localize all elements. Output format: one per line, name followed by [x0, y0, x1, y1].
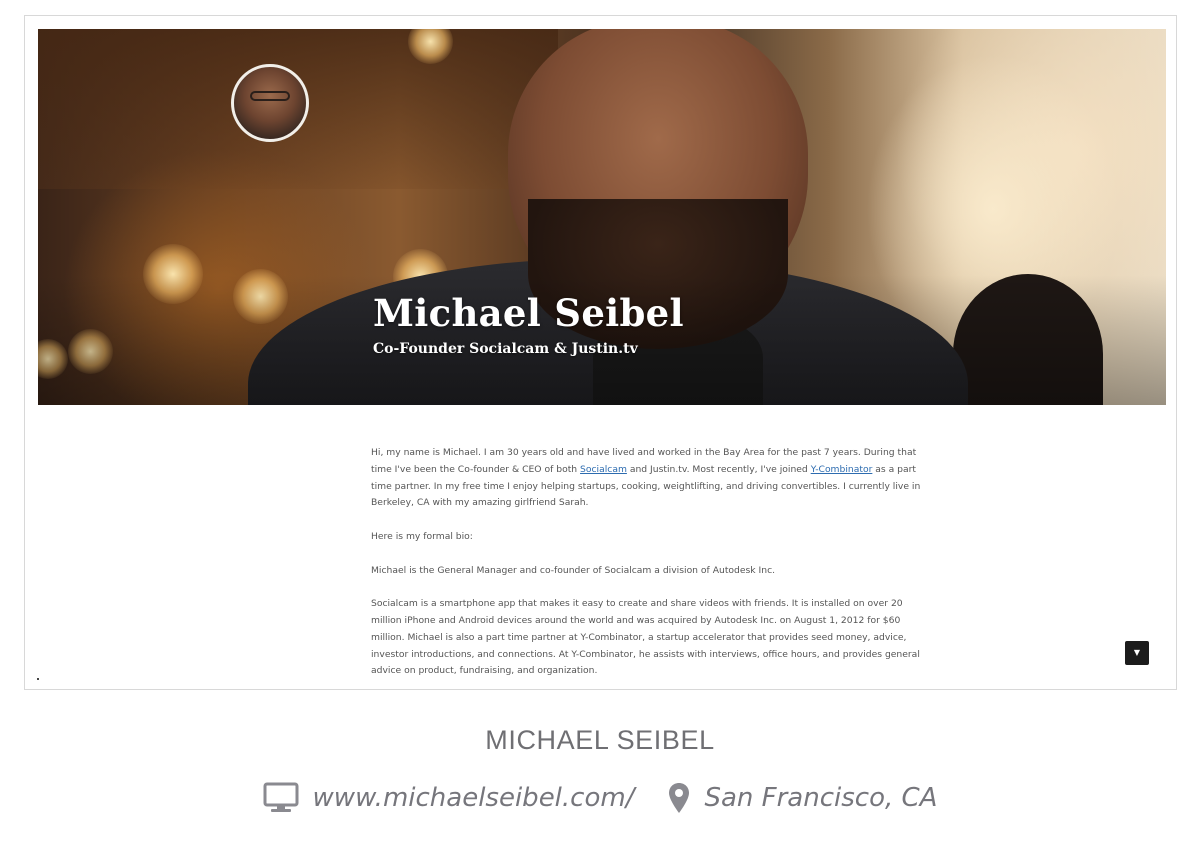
monitor-icon [263, 782, 299, 812]
bio-text: Hi, my name is Michael. I am 30 years ol… [371, 445, 931, 689]
bio-text-segment: and Justin.tv. Most recently, I've joine… [626, 463, 811, 475]
y-combinator-link[interactable]: Y-Combinator [811, 464, 873, 475]
hero-name: Michael Seibel [373, 291, 684, 335]
bio-paragraph: Michael is the General Manager and co-fo… [371, 564, 776, 576]
caret-down-icon: ▼ [1133, 648, 1141, 657]
hero-subtitle: Co-Founder Socialcam & Justin.tv [373, 341, 638, 357]
location-text: San Francisco, CA [704, 783, 938, 813]
bio-paragraph: Here is my formal bio: [371, 530, 473, 542]
location-item: San Francisco, CA [668, 782, 937, 814]
scroll-down-button[interactable]: ▼ [1125, 641, 1149, 665]
site-owner-name[interactable]: MICHAEL SEIBEL [0, 725, 1200, 756]
map-pin-icon [669, 783, 690, 813]
avatar-glasses [250, 91, 290, 101]
site-preview-frame[interactable]: Michael Seibel Co-Founder Socialcam & Ju… [24, 15, 1177, 690]
website-item[interactable]: www.michaelseibel.com/ [263, 782, 635, 814]
cursor-dot [37, 678, 39, 680]
bio-paragraph: Socialcam is a smartphone app that makes… [371, 598, 920, 677]
socialcam-link[interactable]: Socialcam [580, 464, 627, 475]
bio-paragraph: Hi, my name is Michael. I am 30 years ol… [371, 445, 931, 512]
hero-banner: Michael Seibel Co-Founder Socialcam & Ju… [38, 29, 1166, 405]
profile-avatar[interactable] [231, 64, 309, 142]
website-link[interactable]: www.michaelseibel.com/ [313, 783, 635, 813]
site-meta: www.michaelseibel.com/ San Francisco, CA [0, 778, 1200, 818]
